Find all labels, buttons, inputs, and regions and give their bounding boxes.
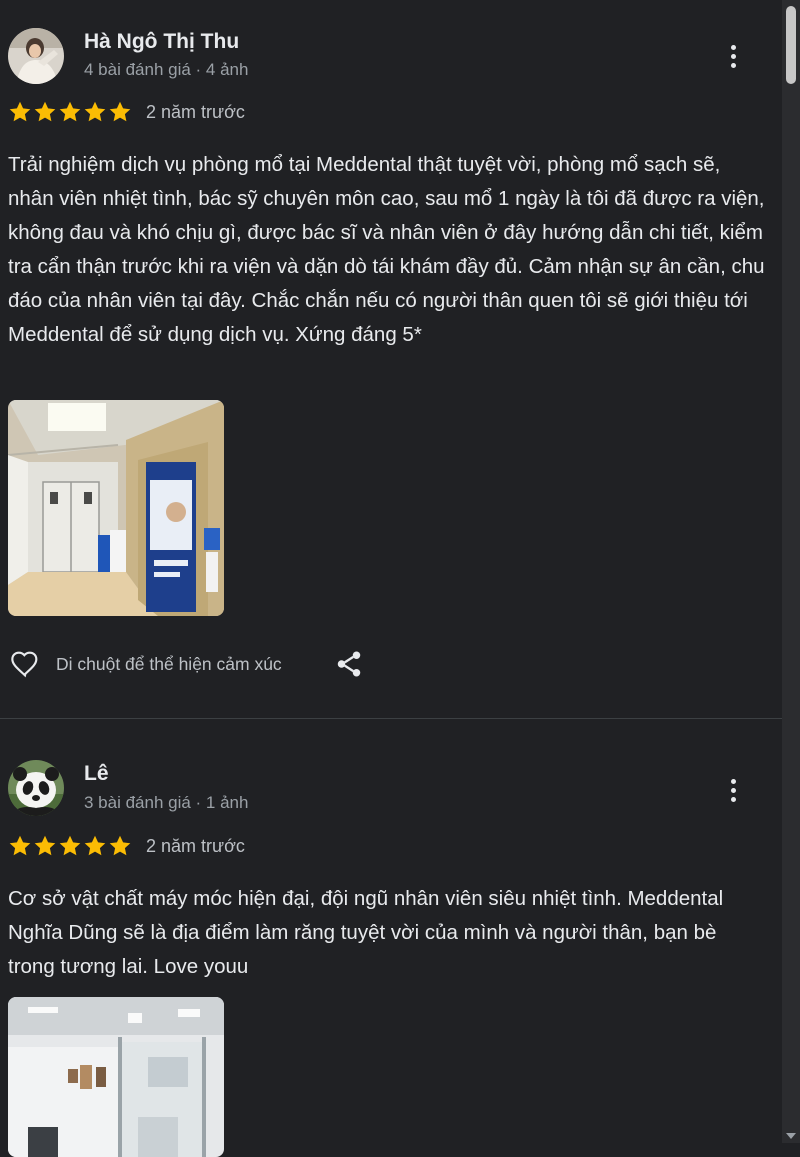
review-text: Trải nghiệm dịch vụ phòng mổ tại Meddent… xyxy=(8,153,765,346)
scrollbar-thumb[interactable] xyxy=(786,6,796,84)
heart-outline-icon[interactable] xyxy=(8,648,42,680)
scroll-down-arrow-icon[interactable] xyxy=(786,1133,796,1139)
star-rating xyxy=(8,834,132,858)
author-meta: 3 bài đánh giá · 1 ảnh xyxy=(84,793,249,812)
more-vert-icon xyxy=(730,44,736,50)
author-name[interactable]: Lê xyxy=(84,762,109,786)
review-photo[interactable] xyxy=(8,997,224,1157)
star-icon xyxy=(109,835,131,856)
star-icon xyxy=(84,101,106,122)
star-rating xyxy=(8,100,132,124)
avatar[interactable] xyxy=(8,760,64,816)
review-photo[interactable] xyxy=(8,400,224,616)
star-icon xyxy=(34,835,56,856)
author-name[interactable]: Hà Ngô Thị Thu xyxy=(84,30,239,54)
more-vert-icon xyxy=(730,778,736,784)
scrollbar[interactable] xyxy=(782,0,800,1143)
more-options-button[interactable] xyxy=(720,38,746,74)
avatar[interactable] xyxy=(8,28,64,84)
star-icon xyxy=(84,835,106,856)
star-icon xyxy=(9,835,31,856)
more-options-button[interactable] xyxy=(720,772,746,808)
reaction-bar: Di chuột để thể hiện cảm xúc xyxy=(8,648,364,680)
react-hint-label: Di chuột để thể hiện cảm xúc xyxy=(56,653,282,674)
star-icon xyxy=(109,101,131,122)
star-icon xyxy=(34,101,56,122)
review-text: Cơ sở vật chất máy móc hiện đại, đội ngũ… xyxy=(8,887,724,978)
share-icon[interactable] xyxy=(334,649,364,679)
author-meta: 4 bài đánh giá · 4 ảnh xyxy=(84,60,249,79)
star-icon xyxy=(59,835,81,856)
review-divider xyxy=(0,718,782,719)
star-icon xyxy=(9,101,31,122)
review-time: 2 năm trước xyxy=(146,101,245,122)
star-icon xyxy=(59,101,81,122)
review-time: 2 năm trước xyxy=(146,835,245,856)
rating-row: 2 năm trước xyxy=(8,100,245,124)
rating-row: 2 năm trước xyxy=(8,834,245,858)
